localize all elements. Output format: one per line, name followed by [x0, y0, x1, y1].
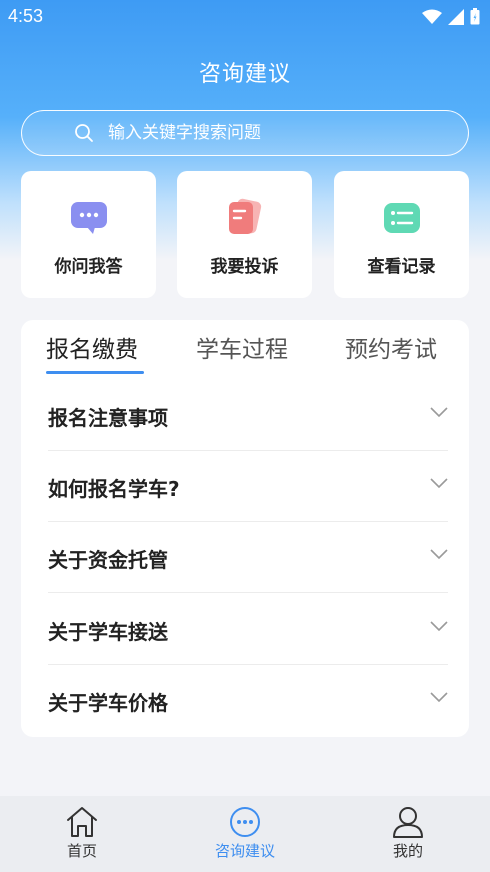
quick-action-label: 查看记录 [367, 257, 436, 277]
quick-action-ask[interactable]: 你问我答 [21, 171, 156, 298]
tab-indicator [46, 371, 144, 374]
status-time: 4:53 [8, 6, 44, 26]
faq-label: 关于学车价格 [48, 691, 168, 715]
quick-actions: 你问我答 我要投诉 查看记录 [21, 171, 469, 298]
tabbar-mine[interactable]: 我的 [358, 806, 458, 861]
tabbar-label: 咨询建议 [214, 842, 275, 860]
tab-learning-process[interactable]: 学车过程 [196, 330, 288, 364]
chevron-down-icon [430, 407, 448, 418]
faq-label: 报名注意事项 [48, 406, 168, 430]
faq-item[interactable]: 关于资金托管 [48, 522, 448, 593]
more-circle-icon [230, 807, 260, 837]
chevron-down-icon [430, 692, 448, 703]
chat-bubble-icon [70, 202, 107, 234]
person-icon [393, 807, 423, 838]
signal-icon [448, 8, 464, 25]
search-bar[interactable] [21, 110, 469, 156]
search-icon [75, 124, 93, 142]
wifi-icon [422, 9, 442, 24]
quick-action-label: 你问我答 [54, 257, 123, 277]
status-icons [422, 8, 480, 25]
complaint-document-icon [228, 198, 261, 234]
tabbar-label: 首页 [66, 842, 97, 860]
faq-panel: 报名缴费 学车过程 预约考试 报名注意事项 如何报名学车? 关于资金托管 关于学… [21, 320, 469, 737]
faq-label: 关于资金托管 [48, 548, 168, 572]
faq-item[interactable]: 如何报名学车? [48, 451, 448, 522]
chevron-down-icon [430, 549, 448, 560]
quick-action-label: 我要投诉 [210, 257, 279, 277]
quick-action-records[interactable]: 查看记录 [334, 171, 469, 298]
tab-book-exam[interactable]: 预约考试 [345, 330, 437, 364]
chevron-down-icon [430, 621, 448, 632]
page-title: 咨询建议 [198, 62, 291, 87]
faq-item[interactable]: 报名注意事项 [48, 380, 448, 451]
tabbar-label: 我的 [392, 842, 423, 860]
faq-label: 如何报名学车? [48, 477, 180, 501]
faq-item[interactable]: 关于学车接送 [48, 594, 448, 665]
bottom-tab-bar: 首页 咨询建议 我的 [0, 796, 490, 872]
tabbar-consult[interactable]: 咨询建议 [195, 806, 295, 861]
faq-item[interactable]: 关于学车价格 [48, 665, 448, 736]
status-bar: 4:53 [0, 0, 490, 34]
quick-action-complain[interactable]: 我要投诉 [177, 171, 312, 298]
tab-registration[interactable]: 报名缴费 [46, 330, 138, 364]
faq-label: 关于学车接送 [48, 620, 168, 644]
search-input[interactable] [108, 123, 448, 143]
battery-icon [470, 8, 480, 25]
record-list-icon [383, 203, 420, 233]
home-icon [67, 807, 97, 837]
chevron-down-icon [430, 478, 448, 489]
tabbar-home[interactable]: 首页 [32, 806, 132, 861]
